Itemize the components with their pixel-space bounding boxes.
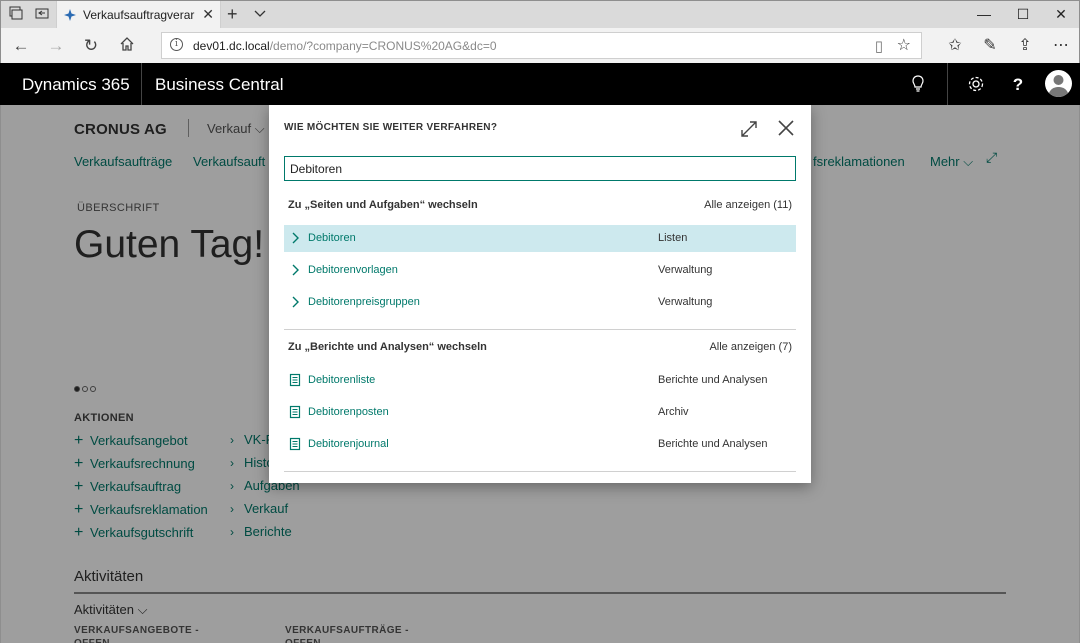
result-item[interactable]: Debitorenliste Berichte und Analysen	[284, 367, 796, 394]
favorites-list-icon[interactable]: ✩	[944, 35, 966, 55]
user-avatar[interactable]	[1045, 70, 1072, 97]
help-icon[interactable]: ?	[1008, 75, 1028, 95]
result-item[interactable]: Debitorenpreisgruppen Verwaltung	[284, 289, 796, 316]
reading-view-icon[interactable]: ▯	[875, 37, 883, 55]
result-item[interactable]: Debitorenposten Archiv	[284, 399, 796, 426]
result-item[interactable]: Debitorenjournal Berichte und Analysen	[284, 431, 796, 458]
result-category: Berichte und Analysen	[658, 374, 768, 386]
app-name[interactable]: Dynamics 365	[22, 75, 130, 95]
settings-gear-icon[interactable]	[966, 75, 986, 95]
dialog-title: WIE MÖCHTEN SIE WEITER VERFAHREN?	[284, 122, 498, 133]
tab-close-icon[interactable]: ✕	[202, 6, 214, 23]
set-aside-tabs-icon[interactable]	[33, 6, 51, 24]
tab-title: Verkaufsauftragverarbei	[83, 8, 195, 22]
home-icon[interactable]	[117, 36, 137, 56]
site-info-icon[interactable]: i	[170, 38, 183, 51]
result-label: Debitorenvorlagen	[308, 264, 398, 276]
browser-address-bar: ← → ↻ i dev01.dc.local/demo/?company=CRO…	[0, 28, 1080, 63]
tell-me-dialog: WIE MÖCHTEN SIE WEITER VERFAHREN? Zu „Se…	[269, 105, 811, 483]
tab-actions-icon[interactable]	[7, 6, 25, 24]
more-options-icon[interactable]: ⋯	[1050, 35, 1072, 55]
favorite-star-icon[interactable]: ☆	[897, 35, 911, 55]
minimize-icon[interactable]: —	[974, 6, 994, 22]
report-document-icon	[289, 373, 301, 387]
result-label: Debitorenposten	[308, 406, 389, 418]
result-label: Debitorenpreisgruppen	[308, 296, 420, 308]
header-divider-2	[947, 63, 948, 105]
browser-tab[interactable]: Verkaufsauftragverarbei ✕	[56, 1, 221, 29]
result-label: Debitorenliste	[308, 374, 376, 386]
report-document-icon	[289, 405, 301, 419]
tell-me-search-input[interactable]	[284, 156, 796, 181]
result-item[interactable]: Debitoren Listen	[284, 225, 796, 252]
result-category: Berichte und Analysen	[658, 438, 768, 450]
group-reports-title: Zu „Berichte und Analysen“ wechseln	[288, 341, 487, 353]
share-icon[interactable]: ⇪	[1014, 35, 1036, 55]
back-icon[interactable]: ←	[11, 36, 31, 56]
result-category: Archiv	[658, 406, 689, 418]
expand-dialog-icon[interactable]	[739, 119, 759, 139]
header-divider	[141, 63, 142, 105]
browser-tab-bar: Verkaufsauftragverarbei ✕ + — ☐ ✕	[0, 0, 1080, 29]
chevron-right-icon	[292, 296, 299, 308]
result-item[interactable]: Debitorenvorlagen Verwaltung	[284, 257, 796, 284]
address-text: dev01.dc.local/demo/?company=CRONUS%20AG…	[193, 39, 497, 53]
group-divider	[284, 329, 796, 330]
lightbulb-icon[interactable]	[908, 75, 928, 95]
close-icon[interactable]	[776, 118, 796, 138]
product-name[interactable]: Business Central	[155, 75, 284, 95]
window-close-icon[interactable]: ✕	[1051, 6, 1071, 23]
app-header: Dynamics 365 Business Central ?	[0, 63, 1080, 105]
forward-icon[interactable]: →	[46, 36, 66, 56]
new-tab-icon[interactable]: +	[227, 4, 238, 25]
result-label: Debitoren	[308, 232, 356, 244]
tab-preview-chevron-icon[interactable]	[253, 8, 267, 20]
refresh-icon[interactable]: ↻	[81, 36, 101, 56]
group-divider	[284, 471, 796, 472]
maximize-icon[interactable]: ☐	[1013, 6, 1033, 23]
group-reports-show-all[interactable]: Alle anzeigen (7)	[709, 341, 792, 353]
web-note-icon[interactable]: ✎	[979, 35, 1001, 55]
result-label: Debitorenjournal	[308, 438, 389, 450]
dynamics-favicon-icon	[64, 9, 76, 21]
chevron-right-icon	[292, 264, 299, 276]
report-document-icon	[289, 437, 301, 451]
address-input[interactable]: i dev01.dc.local/demo/?company=CRONUS%20…	[161, 32, 922, 59]
result-category: Verwaltung	[658, 264, 713, 276]
chevron-right-icon	[292, 232, 299, 244]
group-pages-tasks-title: Zu „Seiten und Aufgaben“ wechseln	[288, 199, 478, 211]
group-pages-tasks-show-all[interactable]: Alle anzeigen (11)	[704, 199, 792, 211]
result-category: Listen	[658, 232, 688, 244]
result-category: Verwaltung	[658, 296, 713, 308]
